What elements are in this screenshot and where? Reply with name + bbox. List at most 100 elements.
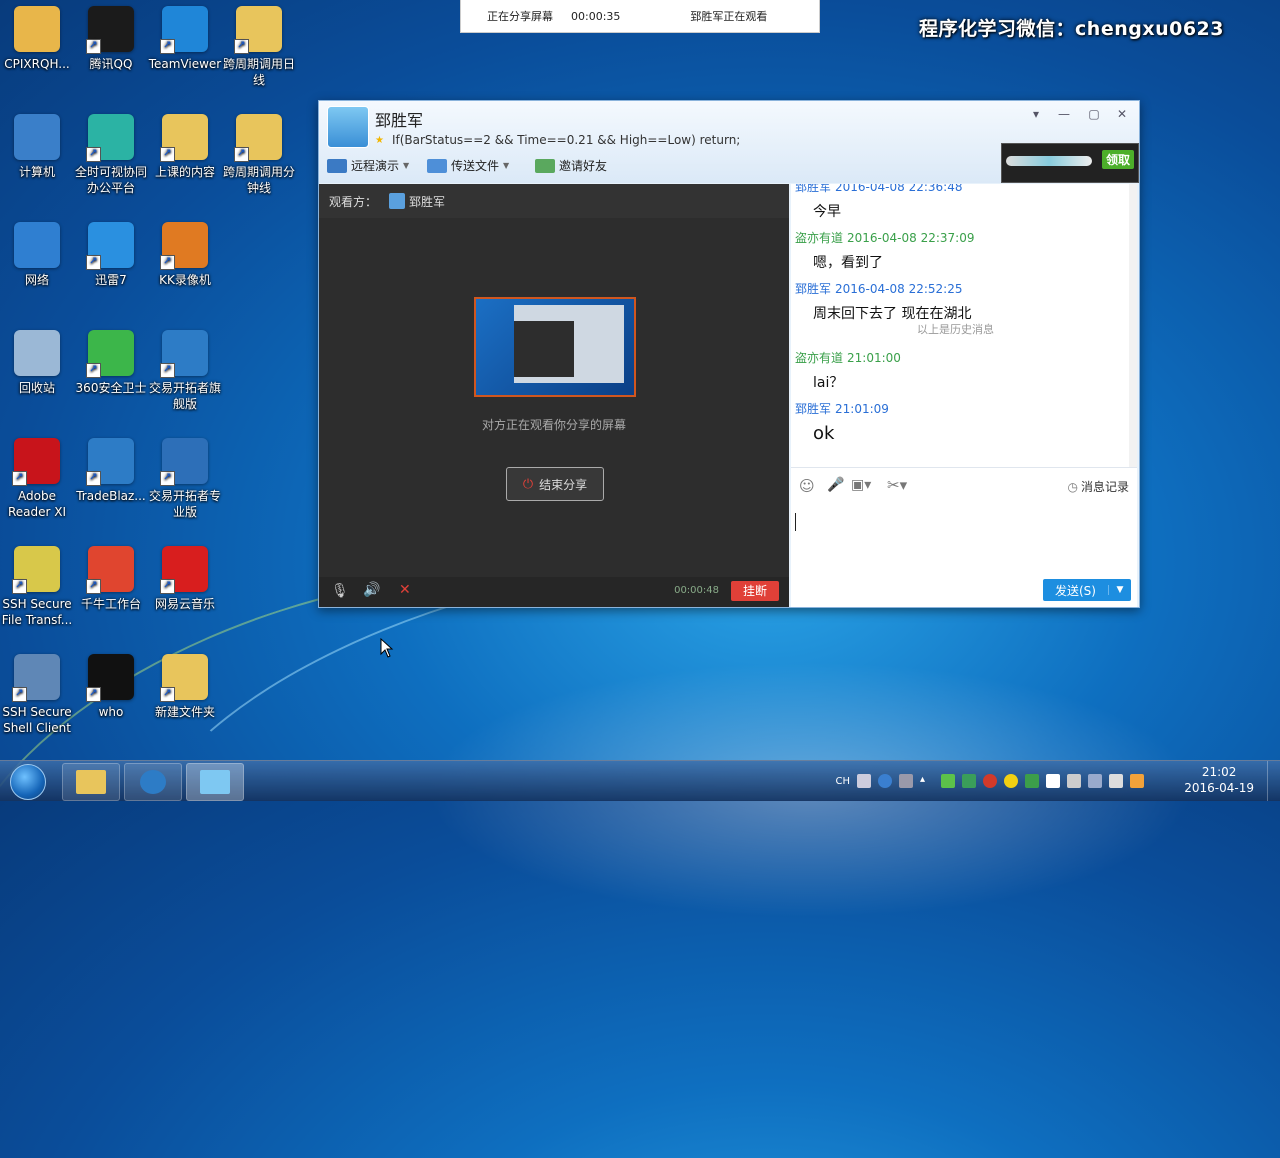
screen-share-bar[interactable]: 正在分享屏幕 00:00:35 郅胜军正在观看 (460, 0, 820, 33)
maximize-icon[interactable]: ▢ (1085, 107, 1103, 121)
desktop-icon[interactable]: ↗ who (74, 654, 148, 720)
start-button[interactable] (2, 762, 52, 800)
user-icon[interactable] (1130, 774, 1144, 788)
shield-icon[interactable] (1025, 774, 1039, 788)
contact-name[interactable]: 郅胜军 (375, 107, 423, 131)
taskbar-qq-chat[interactable] (186, 763, 244, 801)
qq-chat-window[interactable]: 郅胜军 ★ If(BarStatus==2 && Time==0.21 && H… (318, 100, 1140, 608)
add-user-icon (535, 158, 555, 173)
message-sender[interactable]: 盗亦有道 (795, 351, 843, 365)
camera-off-icon[interactable]: ✕ (399, 582, 411, 598)
contact-avatar[interactable] (327, 106, 369, 148)
shortcut-arrow-icon: ↗ (86, 579, 101, 594)
desktop-icon[interactable]: ↗ Adobe Reader XI (0, 438, 74, 520)
desktop-icon[interactable]: 计算机 (0, 114, 74, 180)
desktop-icon[interactable]: CPIXRQH... (0, 6, 74, 72)
speaker-icon[interactable]: 🔊 (363, 582, 380, 598)
desktop-icon[interactable]: ↗ 360安全卫士 (74, 330, 148, 396)
toolbar-label: 远程演示 (351, 159, 400, 173)
app-icon: ↗ (86, 654, 134, 702)
network-icon[interactable] (962, 774, 976, 788)
watching-text: 对方正在观看你分享的屏幕 (481, 418, 626, 432)
send-button[interactable]: 发送(S) ▼ (1043, 579, 1131, 601)
message-text: 周末回下去了 现在在湖北 (813, 306, 972, 322)
app-icon: ↗ (160, 222, 208, 270)
desktop-icon[interactable]: ↗ 腾讯QQ (74, 6, 148, 72)
message-item: 郅胜军 2016-04-08 22:36:48 今早 (791, 184, 1125, 221)
desktop-icon[interactable]: ↗ 跨周期调用日线 (222, 6, 296, 88)
desktop-icon[interactable]: ↗ 交易开拓者专业版 (148, 438, 222, 520)
message-list[interactable]: 郅胜军 2016-04-08 22:36:48 今早盗亦有道 2016-04-08 2… (791, 184, 1137, 467)
desktop-icon-label: 网易云音乐 (154, 597, 215, 611)
device-icon[interactable] (1067, 774, 1081, 788)
antivirus-icon[interactable] (983, 774, 997, 788)
close-icon[interactable]: ✕ (1113, 107, 1131, 121)
desktop-icon[interactable]: ↗ 新建文件夹 (148, 654, 222, 720)
message-sender[interactable]: 盗亦有道 (795, 231, 843, 245)
desktop-icon[interactable]: ↗ SSH Secure Shell Client (0, 654, 74, 736)
hangup-button[interactable]: 挂断 (731, 581, 779, 601)
message-sender[interactable]: 郅胜军 (795, 184, 831, 194)
desktop-icon[interactable]: ↗ 全时可视协同办公平台 (74, 114, 148, 196)
desktop-icon-label: CPIXRQH... (4, 57, 70, 71)
clock[interactable]: 21:02 2016-04-19 (1184, 764, 1254, 796)
desktop-icon[interactable]: ↗ 跨周期调用分钟线 (222, 114, 296, 196)
video-timer: 00:00:48 (674, 585, 719, 596)
send-file-button[interactable]: 传送文件 ▼ (427, 157, 509, 174)
desktop-icon[interactable]: 回收站 (0, 330, 74, 396)
message-text: 今早 (813, 204, 841, 220)
ad-banner[interactable]: 领取 (1001, 143, 1139, 183)
shortcut-arrow-icon: ↗ (160, 39, 175, 54)
ad-claim-button[interactable]: 领取 (1101, 150, 1134, 169)
invite-friend-button[interactable]: 邀请好友 (535, 157, 607, 174)
settings-icon[interactable] (899, 774, 913, 788)
desktop-icon-label: Adobe Reader XI (7, 489, 67, 519)
app-icon: ↗ (86, 114, 134, 162)
desktop-icon[interactable]: ↗ TradeBlaz... (74, 438, 148, 504)
screenshot-icon[interactable]: ✂▾ (887, 476, 907, 494)
remote-demo-button[interactable]: 远程演示 ▼ (327, 157, 409, 174)
battery-icon[interactable] (941, 774, 955, 788)
taskbar-tradeblazer[interactable] (124, 763, 182, 801)
message-item: 盗亦有道 2016-04-08 22:37:09 嗯，看到了 (791, 229, 1125, 272)
show-desktop-button[interactable] (1267, 761, 1280, 801)
desktop-icon[interactable]: ↗ 迅雷7 (74, 222, 148, 288)
message-header: 盗亦有道 2016-04-08 22:37:09 (795, 229, 1125, 246)
desktop-icon-label: SSH Secure File Transf... (1, 597, 73, 627)
message-sender[interactable]: 郅胜军 (795, 402, 831, 416)
message-history-button[interactable]: ◷ 消息记录 (1068, 478, 1130, 495)
minimize-icon[interactable]: — (1055, 107, 1073, 121)
app-icon: ↗ (86, 6, 134, 54)
desktop-icon[interactable]: ↗ TeamViewer (148, 6, 222, 72)
360-icon[interactable] (1004, 774, 1018, 788)
message-header: 郅胜军 2016-04-08 22:52:25 (795, 280, 1125, 297)
system-tray: CH ▴ (835, 761, 1144, 801)
chevron-up-icon[interactable]: ▴ (920, 774, 934, 788)
desktop-icon[interactable]: ↗ KK录像机 (148, 222, 222, 288)
shortcut-arrow-icon: ↗ (12, 579, 27, 594)
image-icon[interactable]: ▣▾ (851, 477, 871, 493)
desktop-icon[interactable]: ↗ 交易开拓者旗舰版 (148, 330, 222, 412)
help-icon[interactable] (878, 774, 892, 788)
send-options-icon[interactable]: ▼ (1108, 585, 1131, 595)
desktop-icon[interactable]: ↗ 网易云音乐 (148, 546, 222, 612)
keyboard-icon[interactable] (857, 774, 871, 788)
scrollbar[interactable] (1129, 184, 1137, 467)
emoji-icon[interactable]: ☺ (799, 477, 815, 495)
message-sender[interactable]: 郅胜军 (795, 282, 831, 296)
desktop-icon[interactable]: 网络 (0, 222, 74, 288)
language-indicator[interactable]: CH (835, 776, 850, 787)
taskbar-explorer[interactable] (62, 763, 120, 801)
app-icon: ↗ (86, 222, 134, 270)
flag-icon[interactable] (1046, 774, 1060, 788)
desktop-icon[interactable]: ↗ 上课的内容 (148, 114, 222, 180)
voice-icon[interactable]: 🎤 (827, 477, 844, 493)
end-share-button[interactable]: ⏻ 结束分享 (506, 467, 604, 501)
desktop-icon[interactable]: ↗ 千牛工作台 (74, 546, 148, 612)
power-icon: ⏻ (522, 476, 534, 492)
menu-icon[interactable]: ▾ (1027, 107, 1045, 121)
volume-icon[interactable] (1109, 774, 1123, 788)
microphone-icon[interactable]: 🎙 (331, 583, 349, 599)
monitor-icon[interactable] (1088, 774, 1102, 788)
desktop-icon[interactable]: ↗ SSH Secure File Transf... (0, 546, 74, 628)
